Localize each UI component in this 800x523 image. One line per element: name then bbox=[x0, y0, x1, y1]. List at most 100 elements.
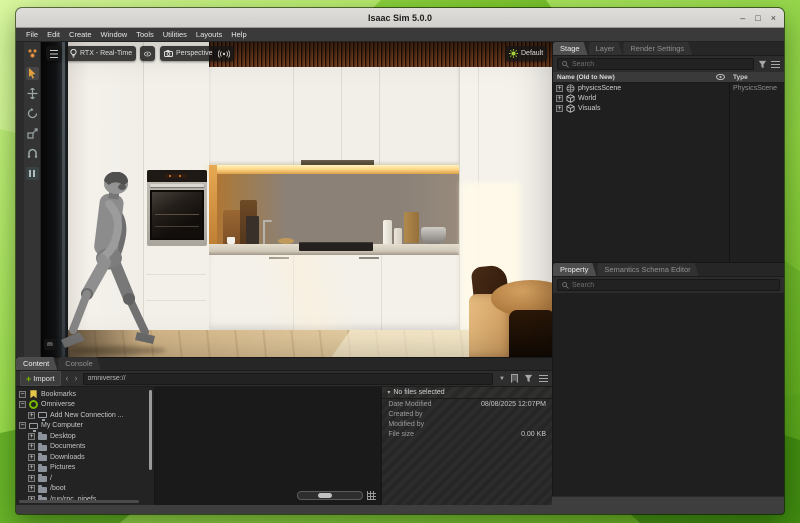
expander-icon[interactable]: + bbox=[28, 475, 35, 482]
tree-item-documents[interactable]: + Documents bbox=[16, 442, 154, 453]
detail-value: 08/08/2025 12:07PM bbox=[481, 401, 546, 408]
expander-icon[interactable]: + bbox=[28, 412, 35, 419]
tab-stage[interactable]: Stage bbox=[553, 42, 588, 55]
tab-render-settings[interactable]: Render Settings bbox=[623, 42, 692, 55]
expander-icon[interactable]: + bbox=[28, 454, 35, 461]
broadcast-button[interactable] bbox=[214, 46, 234, 61]
isaac-sim-window: Isaac Sim 5.0.0 – □ × File Edit Create W… bbox=[16, 8, 784, 514]
collapse-caret-icon: ▾ bbox=[387, 389, 390, 396]
tree-item-pictures[interactable]: + Pictures bbox=[16, 463, 154, 474]
menu-utilities[interactable]: Utilities bbox=[159, 30, 191, 39]
expander-icon[interactable]: + bbox=[556, 105, 563, 112]
name-column-header[interactable]: Name (Old to New) bbox=[553, 74, 716, 81]
expander-icon[interactable]: − bbox=[19, 401, 26, 408]
tree-item-root-slash[interactable]: + / bbox=[16, 473, 154, 484]
tree-item-my-computer[interactable]: − My Computer bbox=[16, 421, 154, 432]
tab-semantics-schema-editor[interactable]: Semantics Schema Editor bbox=[597, 263, 698, 276]
filter-icon[interactable] bbox=[524, 374, 533, 383]
path-dropdown-icon[interactable]: ▼ bbox=[499, 376, 505, 382]
tree-item-downloads[interactable]: + Downloads bbox=[16, 452, 154, 463]
file-grid-pane[interactable] bbox=[155, 387, 383, 505]
tab-layer[interactable]: Layer bbox=[589, 42, 623, 55]
tree-item-boot[interactable]: + /boot bbox=[16, 484, 154, 495]
viewport-settings-button[interactable] bbox=[46, 46, 62, 61]
menu-tools[interactable]: Tools bbox=[132, 30, 158, 39]
icon-size-slider[interactable] bbox=[297, 491, 363, 500]
details-header[interactable]: ▾ No files selected bbox=[382, 387, 552, 399]
expander-icon[interactable]: + bbox=[28, 433, 35, 440]
menu-window[interactable]: Window bbox=[97, 30, 132, 39]
lighting-mode-selector[interactable]: Default bbox=[505, 46, 547, 61]
options-menu-icon[interactable] bbox=[539, 375, 548, 382]
visibility-button[interactable] bbox=[140, 46, 155, 61]
unit-badge[interactable]: m bbox=[44, 339, 56, 350]
camera-selector[interactable]: Perspective bbox=[160, 46, 217, 61]
property-search-input[interactable] bbox=[572, 282, 775, 289]
scene-oven-rack bbox=[155, 226, 199, 227]
expander-icon[interactable]: − bbox=[19, 422, 26, 429]
back-button[interactable]: ‹ bbox=[65, 374, 70, 383]
camera-mode-tool-icon[interactable] bbox=[26, 47, 39, 60]
detail-label: File size bbox=[388, 431, 414, 438]
scene-oven-glass bbox=[150, 190, 204, 240]
expander-icon[interactable]: − bbox=[19, 391, 26, 398]
window-titlebar[interactable]: Isaac Sim 5.0.0 – □ × bbox=[16, 8, 784, 28]
expander-icon[interactable]: + bbox=[556, 95, 563, 102]
detail-label: Modified by bbox=[388, 421, 424, 428]
menu-create[interactable]: Create bbox=[65, 30, 96, 39]
expander-icon[interactable]: + bbox=[28, 464, 35, 471]
slider-handle[interactable] bbox=[318, 493, 332, 498]
import-button[interactable]: + Import bbox=[20, 371, 61, 386]
path-input[interactable] bbox=[88, 375, 489, 382]
stage-row-world[interactable]: + World bbox=[553, 93, 784, 103]
prim-type: PhysicsScene bbox=[733, 85, 777, 92]
tree-item-bookmarks[interactable]: − Bookmarks bbox=[16, 389, 154, 400]
scale-tool-icon[interactable] bbox=[26, 127, 39, 140]
type-column-header[interactable]: Type bbox=[729, 74, 784, 81]
path-field[interactable] bbox=[83, 373, 494, 385]
scene-oven-light bbox=[179, 175, 181, 177]
tab-property[interactable]: Property bbox=[553, 263, 596, 276]
tree-item-label: My Computer bbox=[41, 422, 83, 429]
detail-row-file-size: File size 0.00 KB bbox=[382, 429, 552, 439]
expander-icon[interactable]: + bbox=[28, 485, 35, 492]
menu-file[interactable]: File bbox=[22, 30, 42, 39]
tree-item-add-connection[interactable]: + Add New Connection ... bbox=[16, 410, 154, 421]
menu-layouts[interactable]: Layouts bbox=[192, 30, 226, 39]
stage-search-field[interactable] bbox=[557, 58, 754, 70]
move-tool-icon[interactable] bbox=[26, 87, 39, 100]
tree-item-desktop[interactable]: + Desktop bbox=[16, 431, 154, 442]
tab-console[interactable]: Console bbox=[58, 357, 101, 370]
tree-item-omniverse[interactable]: − Omniverse bbox=[16, 400, 154, 411]
tab-content[interactable]: Content bbox=[16, 357, 57, 370]
pause-button-icon[interactable] bbox=[26, 167, 39, 180]
viewport-canvas[interactable]: RTX - Real-Time Perspective bbox=[41, 42, 552, 357]
forward-button[interactable]: › bbox=[74, 374, 79, 383]
select-tool-icon[interactable] bbox=[26, 67, 39, 80]
close-button[interactable]: × bbox=[771, 13, 776, 23]
stage-search-row bbox=[553, 56, 784, 72]
rotate-tool-icon[interactable] bbox=[26, 107, 39, 120]
humanoid-robot[interactable] bbox=[59, 172, 155, 354]
stage-search-input[interactable] bbox=[572, 61, 749, 68]
stage-filter-icon[interactable] bbox=[758, 60, 767, 69]
visibility-column-icon[interactable] bbox=[716, 74, 725, 80]
maximize-button[interactable]: □ bbox=[755, 13, 760, 23]
stage-row-visuals[interactable]: + Visuals bbox=[553, 103, 784, 113]
menu-help[interactable]: Help bbox=[227, 30, 250, 39]
expander-icon[interactable]: + bbox=[28, 443, 35, 450]
tree-vertical-scrollbar[interactable] bbox=[149, 390, 152, 470]
snap-tool-icon[interactable] bbox=[26, 147, 39, 160]
renderer-selector[interactable]: RTX - Real-Time bbox=[66, 46, 136, 61]
bookmark-icon[interactable] bbox=[511, 374, 518, 383]
expander-icon[interactable]: + bbox=[556, 85, 563, 92]
menu-edit[interactable]: Edit bbox=[43, 30, 64, 39]
folder-icon bbox=[38, 434, 47, 440]
stage-options-menu-icon[interactable] bbox=[771, 61, 780, 68]
tree-horizontal-scrollbar[interactable] bbox=[19, 500, 139, 503]
scene-table-base bbox=[509, 310, 552, 357]
stage-row-physicsscene[interactable]: + physicsScene PhysicsScene bbox=[553, 83, 784, 93]
minimize-button[interactable]: – bbox=[740, 13, 745, 23]
grid-view-icon[interactable] bbox=[367, 491, 376, 500]
property-search-field[interactable] bbox=[557, 279, 780, 291]
